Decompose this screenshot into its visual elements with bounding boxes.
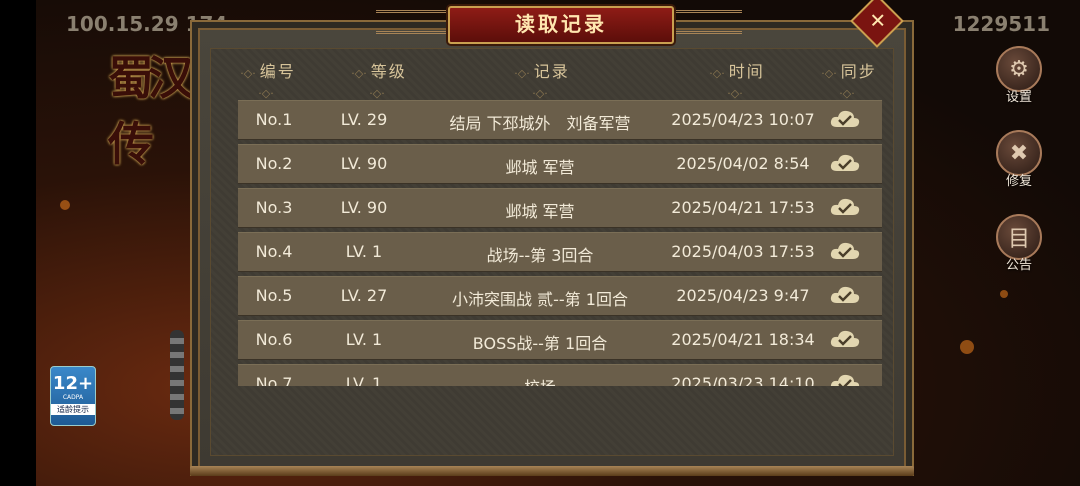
record-row[interactable]: No.5 LV. 27 小沛突围战 贰--第 1回合 2025/04/23 9:…: [238, 276, 882, 316]
left-black-bar: [0, 0, 36, 486]
header-time: 时间: [694, 58, 776, 101]
record-row[interactable]: No.1 LV. 29 结局 下邳城外 刘备军营 2025/04/23 10:0…: [238, 100, 882, 140]
settings-label: 设置: [1005, 90, 1032, 105]
age-rating-value: 12+: [52, 373, 94, 394]
ember: [1000, 290, 1008, 298]
record-level: LV. 27: [340, 286, 388, 305]
record-time: 2025/04/21 17:53: [671, 198, 815, 217]
record-time: 2025/04/02 8:54: [676, 154, 810, 173]
record-time: 2025/04/23 10:07: [671, 110, 815, 129]
record-id: No.6: [255, 330, 293, 349]
cloud-sync-icon[interactable]: [828, 371, 862, 386]
title-ornament-right: [672, 10, 742, 34]
record-location: 校场: [428, 374, 652, 386]
record-location: 邺城 军营: [505, 158, 575, 177]
record-id: No.3: [255, 198, 293, 217]
cloud-sync-icon[interactable]: [828, 327, 862, 351]
gold-count: 1229511: [952, 12, 1050, 36]
cloud-sync-icon[interactable]: [828, 239, 862, 263]
dialog-bottom-trim: [190, 466, 914, 476]
record-time: 2025/03/23 14:10: [671, 374, 815, 386]
title-ornament-left: [376, 10, 446, 34]
record-id: No.1: [255, 110, 293, 129]
notice-button[interactable]: 目 公告: [996, 214, 1042, 273]
cloud-sync-icon[interactable]: [828, 195, 862, 219]
record-level: LV. 1: [345, 242, 383, 261]
cloud-sync-icon[interactable]: [828, 151, 862, 175]
record-id: No.5: [255, 286, 293, 305]
record-row[interactable]: No.7 LV. 1 校场 2025/03/23 14:10: [238, 364, 882, 386]
record-location: 小沛突围战 贰--第 1回合: [452, 290, 628, 309]
header-id: 编号: [232, 58, 300, 101]
ember: [60, 200, 70, 210]
chain-decoration: [170, 330, 184, 420]
record-id: No.2: [255, 154, 293, 173]
settings-button[interactable]: ⚙ 设置: [996, 46, 1042, 105]
record-time: 2025/04/03 17:53: [671, 242, 815, 261]
record-location: 战场--第 3回合: [486, 246, 594, 265]
repair-button[interactable]: ✖ 修复: [996, 130, 1042, 189]
header-level: 等级: [338, 58, 416, 101]
ember: [960, 340, 974, 354]
record-row[interactable]: No.6 LV. 1 BOSS战--第 1回合 2025/04/21 18:34: [238, 320, 882, 360]
record-time: 2025/04/23 9:47: [676, 286, 810, 305]
record-level: LV. 1: [345, 374, 383, 386]
record-level: LV. 29: [340, 110, 388, 129]
dialog-title: 读取记录: [448, 6, 674, 44]
record-row[interactable]: No.4 LV. 1 战场--第 3回合 2025/04/03 17:53: [238, 232, 882, 272]
cloud-sync-icon[interactable]: [828, 107, 862, 131]
age-rating-hint: 适龄提示: [51, 404, 95, 415]
record-level: LV. 1: [345, 330, 383, 349]
record-location: 邺城 军营: [505, 202, 575, 221]
record-row[interactable]: No.3 LV. 90 邺城 军营 2025/04/21 17:53: [238, 188, 882, 228]
age-rating-badge[interactable]: 12+ CADPA 适龄提示: [50, 366, 96, 426]
record-level: LV. 90: [340, 154, 388, 173]
record-list[interactable]: No.1 LV. 29 结局 下邳城外 刘备军营 2025/04/23 10:0…: [238, 100, 882, 386]
record-id: No.7: [255, 374, 293, 386]
age-rating-org: CADPA: [62, 394, 84, 401]
record-level: LV. 90: [340, 198, 388, 217]
close-icon: ✕: [869, 8, 887, 33]
header-record: 记录: [500, 58, 580, 101]
header-sync: 同步: [808, 58, 886, 101]
record-location: BOSS战--第 1回合: [472, 334, 608, 353]
record-row[interactable]: No.2 LV. 90 邺城 军营 2025/04/02 8:54: [238, 144, 882, 184]
record-time: 2025/04/21 18:34: [671, 330, 815, 349]
notice-label: 公告: [1005, 258, 1032, 273]
repair-label: 修复: [1005, 174, 1032, 189]
record-id: No.4: [255, 242, 293, 261]
record-location: 结局 下邳城外 刘备军营: [449, 114, 631, 133]
cloud-sync-icon[interactable]: [828, 283, 862, 307]
